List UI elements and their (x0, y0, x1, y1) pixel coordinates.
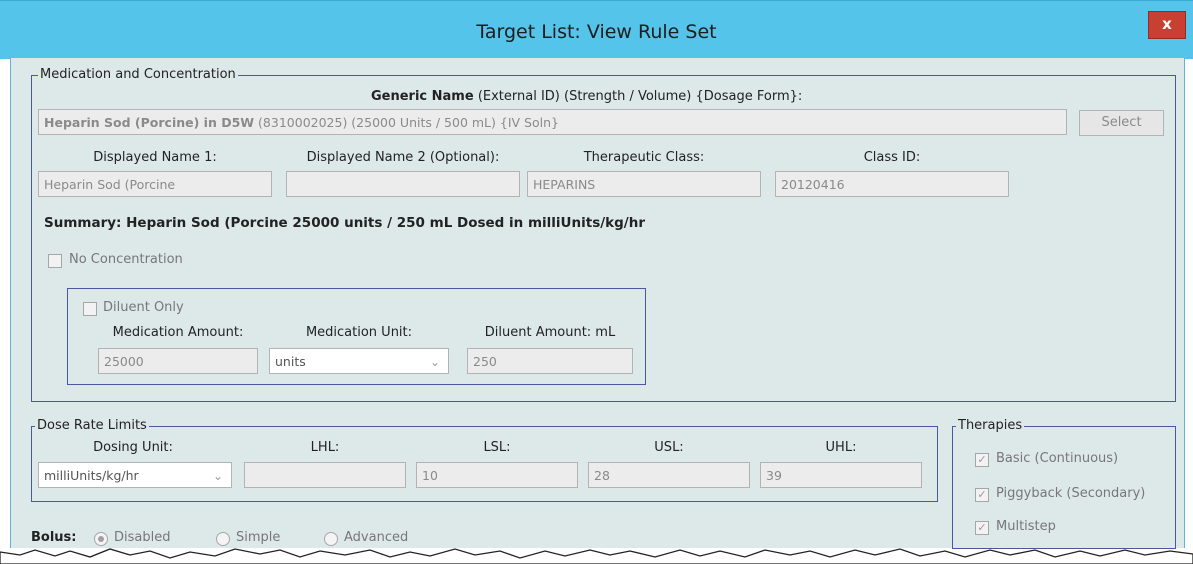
displayed-name1-label: Displayed Name 1: (93, 150, 217, 165)
medication-legend: Medication and Concentration (38, 67, 238, 82)
diluent-amount-label: Diluent Amount: mL (484, 325, 616, 340)
close-button[interactable]: x (1148, 11, 1186, 39)
class-id-field: 20120416 (775, 171, 1009, 197)
generic-name-field: Heparin Sod (Porcine) in D5W (8310002025… (38, 109, 1067, 135)
diluent-only-checkbox[interactable] (83, 302, 97, 316)
summary-text: Summary: Heparin Sod (Porcine 25000 unit… (44, 215, 646, 231)
generic-name-header: Generic Name (External ID) (Strength / V… (371, 89, 803, 104)
displayed-name1-field: Heparin Sod (Porcine (38, 171, 272, 197)
medication-group: Medication and Concentration Generic Nam… (31, 67, 1176, 402)
checkmark-icon: ✓ (977, 453, 987, 466)
dosing-unit-label: Dosing Unit: (93, 440, 173, 455)
piggyback-secondary-checkbox[interactable]: ✓ (975, 488, 989, 502)
diluent-amount-field: 250 (467, 348, 633, 374)
displayed-name2-field (286, 171, 520, 197)
lsl-label: LSL: (483, 440, 511, 455)
med-amount-label: Medication Amount: (112, 325, 244, 340)
bolus-advanced-radio[interactable] (324, 532, 338, 546)
basic-continuous-checkbox[interactable]: ✓ (975, 453, 989, 467)
bolus-simple-radio[interactable] (216, 532, 230, 546)
basic-continuous-label: Basic (Continuous) (996, 451, 1119, 466)
uhl-field: 39 (760, 462, 922, 488)
piggyback-secondary-label: Piggyback (Secondary) (996, 486, 1146, 501)
therapies-group: Therapies ✓ Basic (Continuous) ✓ Piggyba… (952, 418, 1176, 549)
bolus-disabled-radio[interactable] (94, 532, 108, 546)
med-unit-select[interactable]: units ⌄ (269, 348, 449, 374)
select-button[interactable]: Select (1079, 110, 1164, 136)
displayed-name2-label: Displayed Name 2 (Optional): (306, 150, 500, 165)
dose-rate-limits-group: Dose Rate Limits Dosing Unit: milliUnits… (31, 418, 938, 502)
checkmark-icon: ✓ (977, 488, 987, 501)
class-id-label: Class ID: (863, 150, 921, 165)
therapeutic-class-field: HEPARINS (527, 171, 761, 197)
bolus-label: Bolus: (31, 530, 77, 545)
usl-label: USL: (654, 440, 684, 455)
dialog-window: Target List: View Rule Set x Medication … (0, 0, 1193, 564)
bolus-simple-label: Simple (236, 530, 281, 545)
no-concentration-checkbox[interactable] (48, 254, 62, 268)
torn-edge-decoration (0, 548, 1193, 564)
bolus-disabled-label: Disabled (114, 530, 171, 545)
lsl-field: 10 (416, 462, 578, 488)
no-concentration-label: No Concentration (69, 252, 183, 267)
lhl-label: LHL: (310, 440, 340, 455)
med-unit-label: Medication Unit: (305, 325, 413, 340)
dose-rate-limits-legend: Dose Rate Limits (35, 418, 149, 433)
title-bar: Target List: View Rule Set x (0, 0, 1193, 59)
lhl-field (244, 462, 406, 488)
med-amount-field: 25000 (98, 348, 258, 374)
usl-field: 28 (588, 462, 750, 488)
chevron-down-icon: ⌄ (429, 355, 440, 369)
chevron-down-icon: ⌄ (212, 469, 223, 483)
dosing-unit-select[interactable]: milliUnits/kg/hr ⌄ (38, 462, 232, 488)
bolus-advanced-label: Advanced (344, 530, 409, 545)
window-title: Target List: View Rule Set (476, 21, 717, 43)
therapeutic-class-label: Therapeutic Class: (583, 150, 705, 165)
diluent-box: Diluent Only Medication Amount: 25000 Me… (67, 288, 646, 385)
checkmark-icon: ✓ (977, 521, 987, 534)
multistep-checkbox[interactable]: ✓ (975, 521, 989, 535)
therapies-legend: Therapies (956, 418, 1025, 433)
diluent-only-label: Diluent Only (103, 300, 184, 315)
dialog-body: Medication and Concentration Generic Nam… (10, 58, 1185, 549)
multistep-label: Multistep (996, 519, 1056, 534)
uhl-label: UHL: (825, 440, 857, 455)
